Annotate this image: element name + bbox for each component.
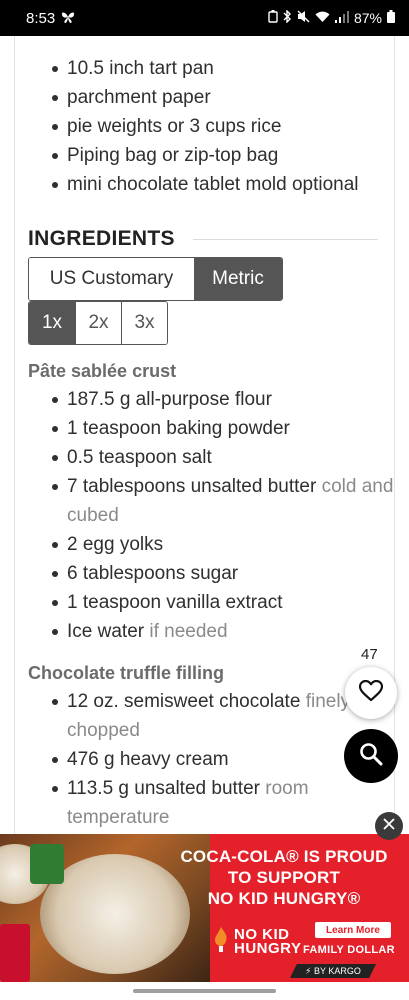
group-title-crust: Pâte sablée crust — [28, 361, 177, 381]
battery-icon — [387, 10, 395, 26]
ingredients-title: INGREDIENTS — [28, 227, 175, 250]
recipe-card: 10.5 inch tart pan parchment paper pie w… — [14, 36, 395, 836]
scale-toggle: 1x 2x 3x — [28, 301, 168, 345]
signal-icon — [334, 10, 349, 26]
scale-1x-button[interactable]: 1x — [29, 302, 75, 344]
unit-toggle: US Customary Metric — [28, 257, 283, 301]
scale-3x-button[interactable]: 3x — [121, 302, 167, 344]
ingredient-item: 187.5 g all-purpose flour — [15, 385, 395, 414]
heart-icon — [358, 679, 384, 707]
favorite-button[interactable] — [345, 667, 397, 719]
flame-icon — [212, 926, 230, 957]
equipment-item: 10.5 inch tart pan — [15, 54, 395, 83]
search-icon — [359, 742, 383, 771]
ingredients-header: INGREDIENTS — [28, 227, 378, 251]
status-bar: 8:53 87% — [0, 0, 409, 36]
equipment-list: 10.5 inch tart pan parchment paper pie w… — [15, 54, 395, 199]
favorite-count: 47 — [361, 646, 378, 663]
ingredient-item: 2 egg yolks — [15, 530, 395, 559]
ad-headline: COCA-COLA® IS PROUD TO SUPPORT NO KID HU… — [180, 847, 388, 908]
wifi-icon — [315, 10, 330, 26]
learn-more-button[interactable]: Learn More — [315, 922, 391, 938]
ingredient-item: 1 teaspoon vanilla extract — [15, 588, 395, 617]
us-customary-button[interactable]: US Customary — [29, 258, 194, 300]
family-dollar-logo: FAMILY DOLLAR — [303, 944, 395, 956]
home-indicator[interactable] — [133, 989, 276, 993]
ad-banner[interactable]: COCA-COLA® IS PROUD TO SUPPORT NO KID HU… — [0, 834, 409, 982]
soda-can-image — [30, 844, 64, 884]
ingredient-item: 1 teaspoon baking powder — [15, 414, 395, 443]
equipment-item: Piping bag or zip-top bag — [15, 141, 395, 170]
equipment-item: mini chocolate tablet mold optional — [15, 170, 395, 199]
no-kid-hungry-logo: NO KID HUNGRY — [212, 926, 301, 957]
soda-can-image — [0, 924, 30, 982]
header-divider — [192, 238, 378, 240]
ingredient-item: Ice water if needed — [15, 617, 395, 646]
ingredient-item: 6 tablespoons sugar — [15, 559, 395, 588]
mute-icon — [297, 10, 310, 26]
ingredient-item: 476 g heavy cream — [15, 745, 360, 774]
status-time: 8:53 — [26, 9, 56, 27]
equipment-item: pie weights or 3 cups rice — [15, 112, 395, 141]
close-icon — [383, 817, 395, 835]
group-title-filling: Chocolate truffle filling — [28, 663, 224, 683]
scale-2x-button[interactable]: 2x — [75, 302, 121, 344]
butterfly-icon — [61, 10, 75, 27]
ingredient-list-filling: 12 oz. semisweet chocolate finely choppe… — [15, 687, 360, 832]
ingredient-item: 7 tablespoons unsalted butter cold and c… — [15, 472, 395, 530]
battery-percent: 87% — [353, 10, 382, 26]
metric-button[interactable]: Metric — [194, 258, 282, 300]
ingredient-list-crust: 187.5 g all-purpose flour 1 teaspoon bak… — [15, 385, 395, 646]
search-button[interactable] — [344, 729, 398, 783]
kargo-label: ⚡ BY KARGO — [290, 964, 376, 978]
bluetooth-icon — [283, 9, 292, 26]
equipment-item: parchment paper — [15, 83, 395, 112]
ingredient-item: 12 oz. semisweet chocolate finely choppe… — [15, 687, 360, 745]
ingredient-note: if needed — [149, 621, 228, 642]
battery-saver-icon — [268, 10, 278, 26]
ingredient-item: 113.5 g unsalted butter room temperature — [15, 774, 360, 832]
ingredient-item: 0.5 teaspoon salt — [15, 443, 395, 472]
ad-close-button[interactable] — [375, 812, 403, 840]
